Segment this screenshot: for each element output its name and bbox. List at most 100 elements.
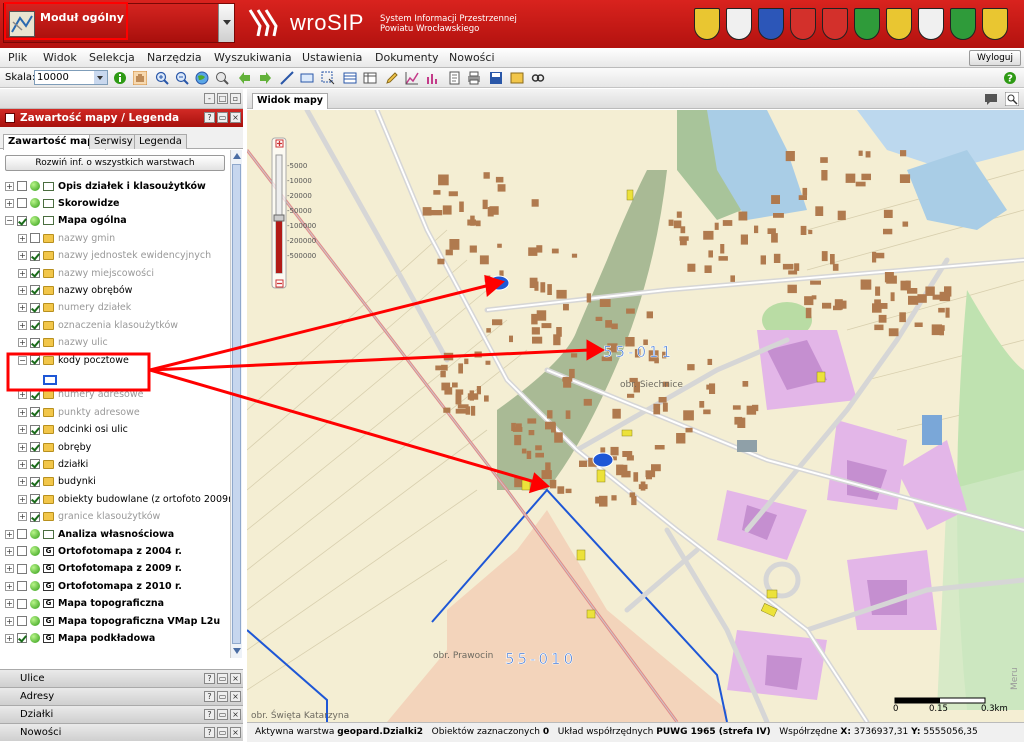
expand-icon[interactable]: + bbox=[5, 198, 14, 208]
section-help-button[interactable]: ? bbox=[204, 709, 215, 720]
layer-row[interactable]: + obiekty budowlane (z ortofoto 2009r.) bbox=[18, 491, 230, 507]
layer-row[interactable]: + Analiza własnościowa bbox=[5, 526, 174, 542]
layer-row[interactable]: + działki bbox=[18, 456, 88, 472]
menu-widok[interactable]: Widok bbox=[43, 51, 77, 64]
section-close-button[interactable]: × bbox=[230, 709, 241, 720]
zoom-slider-handle[interactable] bbox=[273, 214, 285, 222]
expand-icon[interactable]: + bbox=[5, 633, 14, 643]
profile-chart-icon[interactable] bbox=[405, 71, 419, 85]
expand-icon[interactable]: + bbox=[18, 233, 27, 243]
expand-icon[interactable]: + bbox=[18, 494, 27, 504]
layer-row[interactable]: − kody pocztowe bbox=[18, 352, 129, 368]
section-help-button[interactable]: ? bbox=[204, 727, 215, 738]
expand-icon[interactable]: + bbox=[5, 599, 14, 609]
layer-checkbox[interactable] bbox=[17, 546, 27, 557]
layer-tree-scrollbar[interactable] bbox=[230, 150, 242, 658]
layer-table-icon[interactable] bbox=[343, 71, 357, 85]
scroll-up-icon[interactable] bbox=[233, 153, 241, 159]
layer-checkbox[interactable] bbox=[30, 442, 40, 452]
search-map-icon[interactable] bbox=[1005, 92, 1019, 106]
layer-row[interactable]: + numery adresowe bbox=[18, 387, 143, 403]
layer-checkbox[interactable] bbox=[30, 337, 40, 348]
layer-checkbox[interactable] bbox=[17, 616, 27, 626]
layer-row[interactable]: + nazwy ulic bbox=[18, 335, 108, 351]
collapse-icon[interactable]: − bbox=[18, 355, 27, 365]
print-icon[interactable] bbox=[467, 71, 481, 85]
layer-checkbox[interactable] bbox=[30, 250, 40, 261]
expand-icon[interactable]: + bbox=[18, 425, 27, 435]
layer-row[interactable]: + numery działek bbox=[18, 300, 131, 316]
expand-icon[interactable]: + bbox=[18, 442, 27, 452]
expand-icon[interactable]: + bbox=[5, 581, 14, 591]
pencil-icon[interactable] bbox=[385, 71, 399, 85]
collapse-icon[interactable]: − bbox=[5, 216, 14, 226]
layer-checkbox[interactable] bbox=[30, 511, 40, 522]
logout-button[interactable]: Wyloguj bbox=[969, 50, 1021, 66]
menu-selekcja[interactable]: Selekcja bbox=[89, 51, 135, 64]
layer-checkbox[interactable] bbox=[30, 459, 40, 470]
help-icon[interactable]: ? bbox=[1003, 71, 1017, 85]
map-view[interactable]: 55-011 55-010 obr. Siechnice obr. Prawoc… bbox=[247, 110, 1024, 722]
scale-select[interactable]: 10000 bbox=[34, 70, 108, 85]
section-dzialki[interactable]: Działki ? ▭ × bbox=[0, 705, 243, 723]
comment-icon[interactable] bbox=[984, 92, 998, 106]
tab-legend[interactable]: Legenda bbox=[134, 134, 187, 149]
layer-checkbox[interactable] bbox=[30, 285, 40, 296]
menu-narzedzia[interactable]: Narzędzia bbox=[147, 51, 202, 64]
layer-row[interactable]: − Mapa ogólna bbox=[5, 213, 127, 229]
layer-checkbox[interactable] bbox=[17, 598, 27, 609]
layer-row[interactable]: + G Mapa topograficzna bbox=[5, 596, 164, 612]
panel-close-button[interactable]: × bbox=[230, 112, 241, 123]
expand-icon[interactable]: + bbox=[18, 320, 27, 330]
section-adresy[interactable]: Adresy ? ▭ × bbox=[0, 687, 243, 705]
map-canvas[interactable]: 55-011 55-010 obr. Siechnice obr. Prawoc… bbox=[247, 110, 1024, 722]
save-icon[interactable] bbox=[489, 71, 503, 85]
layer-row[interactable]: + obręby bbox=[18, 439, 91, 455]
section-undock-button[interactable]: ▭ bbox=[217, 691, 228, 702]
scrollbar-thumb[interactable] bbox=[232, 164, 241, 644]
attribute-table-icon[interactable] bbox=[363, 71, 377, 85]
menu-plik[interactable]: Plik bbox=[8, 51, 27, 64]
layer-checkbox[interactable] bbox=[30, 268, 40, 278]
panel-help-button[interactable]: ? bbox=[204, 112, 215, 123]
layer-row[interactable]: + punkty adresowe bbox=[18, 404, 140, 420]
expand-icon[interactable]: + bbox=[18, 338, 27, 348]
section-close-button[interactable]: × bbox=[230, 691, 241, 702]
section-help-button[interactable]: ? bbox=[204, 673, 215, 684]
layer-row[interactable]: + nazwy obrębów bbox=[18, 282, 132, 298]
measure-area-icon[interactable] bbox=[300, 71, 314, 85]
layer-checkbox[interactable] bbox=[30, 476, 40, 487]
select-icon[interactable] bbox=[321, 71, 335, 85]
tab-services[interactable]: Serwisy bbox=[89, 134, 138, 149]
menu-ustawienia[interactable]: Ustawienia bbox=[302, 51, 362, 64]
expand-all-layers-button[interactable]: Rozwiń inf. o wszystkich warstwach bbox=[5, 155, 225, 171]
layer-checkbox[interactable] bbox=[17, 181, 27, 191]
link-icon[interactable] bbox=[531, 71, 545, 85]
expand-icon[interactable]: + bbox=[18, 251, 27, 261]
layer-checkbox[interactable] bbox=[17, 633, 27, 644]
layer-checkbox[interactable] bbox=[30, 389, 40, 400]
layer-row[interactable]: + granice klasoużytków bbox=[18, 509, 160, 525]
document-icon[interactable] bbox=[447, 71, 461, 85]
expand-icon[interactable]: + bbox=[5, 546, 14, 556]
section-close-button[interactable]: × bbox=[230, 673, 241, 684]
layer-checkbox[interactable] bbox=[30, 407, 40, 418]
section-nowosci[interactable]: Nowości ? ▭ × bbox=[0, 723, 243, 741]
layer-checkbox[interactable] bbox=[30, 233, 40, 244]
layer-checkbox[interactable] bbox=[17, 563, 27, 574]
layer-row[interactable]: + G Ortofotomapa z 2004 r. bbox=[5, 543, 182, 559]
layer-row[interactable]: + odcinki osi ulic bbox=[18, 422, 128, 438]
expand-icon[interactable]: + bbox=[18, 512, 27, 522]
export-icon[interactable] bbox=[510, 71, 524, 85]
zoom-in-icon[interactable] bbox=[155, 71, 169, 85]
menu-wyszukiwania[interactable]: Wyszukiwania bbox=[214, 51, 292, 64]
layer-checkbox[interactable] bbox=[30, 494, 40, 505]
layer-row[interactable]: + G Mapa podkładowa bbox=[5, 630, 155, 646]
expand-icon[interactable]: + bbox=[18, 285, 27, 295]
layer-row[interactable]: + Skorowidze bbox=[5, 195, 119, 211]
layer-row[interactable]: + budynki bbox=[18, 474, 96, 490]
layer-row[interactable]: + nazwy miejscowości bbox=[18, 265, 154, 281]
back-arrow-icon[interactable] bbox=[238, 71, 252, 85]
panel-restore-button[interactable]: □ bbox=[217, 93, 228, 104]
layer-checkbox[interactable] bbox=[30, 302, 40, 313]
